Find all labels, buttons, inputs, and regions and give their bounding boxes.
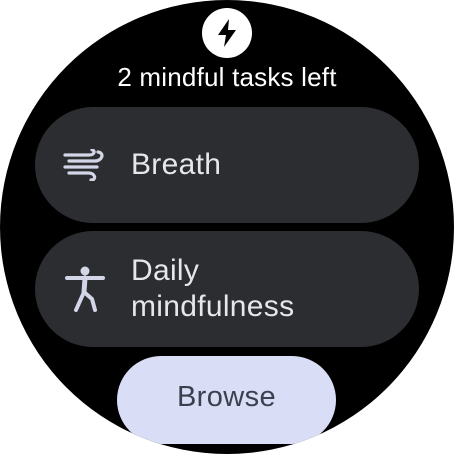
tasks-remaining-title: 2 mindful tasks left (117, 62, 337, 92)
task-label-breath: Breath (131, 148, 222, 181)
wind-icon (63, 143, 107, 187)
watch-screen: 2 mindful tasks left Breath Daily mindfu… (0, 0, 454, 454)
task-chip-daily-mindfulness[interactable]: Daily mindfulness (35, 231, 419, 347)
task-chip-breath[interactable]: Breath (35, 107, 419, 223)
person-stretching-icon (63, 266, 107, 312)
lightning-bolt-badge (202, 8, 252, 58)
browse-button[interactable]: Browse (117, 356, 336, 444)
task-label-daily-mindfulness: Daily mindfulness (131, 254, 295, 323)
lightning-bolt-icon (215, 18, 239, 48)
